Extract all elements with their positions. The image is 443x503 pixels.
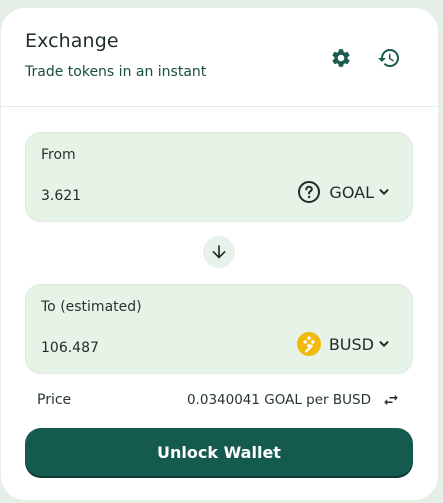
chevron-down-icon bbox=[379, 341, 389, 347]
to-panel: To (estimated) BUSD bbox=[25, 284, 413, 374]
page-subtitle: Trade tokens in an instant bbox=[25, 64, 207, 80]
history-button[interactable] bbox=[375, 44, 403, 72]
to-amount-input[interactable] bbox=[41, 337, 241, 359]
swap-arrows-icon bbox=[384, 394, 398, 406]
history-icon bbox=[378, 49, 399, 68]
price-row: Price 0.0340041 GOAL per BUSD bbox=[37, 392, 401, 410]
to-label: To (estimated) bbox=[41, 299, 142, 315]
chevron-down-icon bbox=[379, 189, 389, 195]
unlock-wallet-button[interactable]: Unlock Wallet bbox=[25, 428, 413, 476]
switch-direction-button[interactable] bbox=[203, 236, 235, 268]
exchange-header: Exchange Trade tokens in an instant bbox=[1, 8, 438, 107]
price-invert-button[interactable] bbox=[381, 390, 401, 410]
from-panel: From GOAL bbox=[25, 132, 413, 222]
from-amount-input[interactable] bbox=[41, 185, 241, 207]
busd-logo bbox=[296, 332, 321, 356]
to-token-select[interactable]: BUSD bbox=[296, 332, 390, 356]
gear-icon bbox=[332, 49, 350, 67]
question-circle-icon bbox=[298, 181, 321, 203]
arrow-down-icon bbox=[212, 245, 226, 259]
price-value: 0.0340041 GOAL per BUSD bbox=[186, 392, 371, 408]
exchange-card: Exchange Trade tokens in an instant From… bbox=[1, 8, 438, 500]
page-title: Exchange bbox=[25, 30, 119, 52]
to-token-name: BUSD bbox=[328, 334, 374, 354]
from-token-select[interactable]: GOAL bbox=[297, 180, 390, 204]
price-label: Price bbox=[37, 392, 72, 408]
settings-button[interactable] bbox=[327, 44, 355, 72]
from-label: From bbox=[41, 147, 76, 163]
from-token-name: GOAL bbox=[329, 182, 374, 202]
